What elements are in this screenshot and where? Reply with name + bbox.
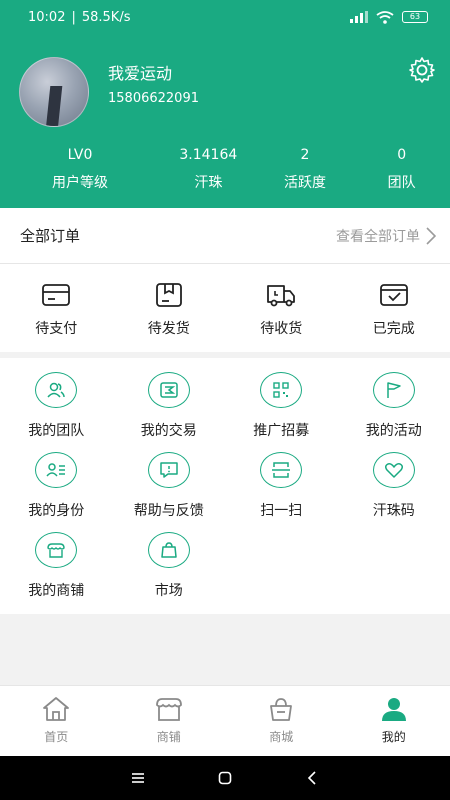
- order-label: 待发货: [147, 321, 190, 337]
- stat-sweat[interactable]: 3.14164 汗珠: [160, 144, 257, 192]
- status-time: 10:02: [28, 9, 66, 25]
- menu-label: 我的身份: [28, 503, 85, 519]
- phone-number: 15806622091: [108, 91, 199, 106]
- menu-label: 我的商铺: [28, 583, 85, 599]
- order-label: 已完成: [372, 321, 415, 337]
- menu-label: 汗珠码: [372, 503, 415, 519]
- chevron-right-icon: [426, 226, 436, 245]
- stat-level[interactable]: LV0 用户等级: [0, 144, 160, 192]
- view-all-orders-link[interactable]: 查看全部订单: [336, 226, 436, 246]
- orders-title: 全部订单: [20, 227, 81, 245]
- order-status-row: 待支付 待发货 待收货 已完成: [0, 264, 450, 352]
- tab-label: 商铺: [156, 730, 181, 744]
- signal-icon: [350, 11, 368, 23]
- basket-icon: [270, 698, 293, 721]
- menu-scan[interactable]: 扫一扫: [225, 452, 338, 532]
- tab-mine[interactable]: 我的: [338, 686, 450, 756]
- menu-label: 我的活动: [365, 423, 422, 439]
- menu-my-activity[interactable]: 我的活动: [338, 372, 450, 452]
- wifi-icon: [376, 10, 394, 24]
- back-icon[interactable]: [304, 770, 320, 786]
- status-bar: 10:02 | 58.5K/s 63: [0, 0, 450, 34]
- scan-icon: [272, 462, 291, 478]
- menu-sweat-code[interactable]: 汗珠码: [338, 452, 450, 532]
- order-pending-receipt[interactable]: 待收货: [225, 264, 338, 352]
- menu-label: 推广招募: [253, 423, 310, 439]
- menu-label: 我的团队: [28, 423, 85, 439]
- menu-my-trade[interactable]: 我的交易: [113, 372, 226, 452]
- bag-icon: [161, 542, 177, 558]
- menu-market[interactable]: 市场: [113, 532, 226, 612]
- home-icon: [43, 697, 70, 721]
- stat-label: 活跃度: [284, 175, 326, 191]
- order-pending-shipment[interactable]: 待发货: [113, 264, 226, 352]
- menu-my-identity[interactable]: 我的身份: [0, 452, 113, 532]
- system-nav-bar: [0, 756, 450, 800]
- trade-icon: [160, 382, 178, 398]
- stats-row: LV0 用户等级 3.14164 汗珠 2 活跃度 0 团队: [0, 144, 450, 192]
- store-icon: [155, 698, 182, 721]
- bottom-tab-bar: 首页 商铺 商城 我的: [0, 685, 450, 756]
- tab-home[interactable]: 首页: [0, 686, 113, 756]
- menu-label: 市场: [154, 583, 183, 599]
- menu-label: 扫一扫: [260, 503, 303, 519]
- stat-activity[interactable]: 2 活跃度: [257, 144, 354, 192]
- stat-label: 汗珠: [194, 175, 223, 191]
- order-label: 待支付: [35, 321, 78, 337]
- stat-value: 3.14164: [179, 147, 238, 163]
- check-box-icon: [379, 284, 408, 306]
- truck-icon: [267, 285, 296, 307]
- card-icon: [42, 284, 71, 306]
- stat-value: LV0: [67, 147, 93, 163]
- home-square-icon[interactable]: [217, 770, 233, 786]
- box-icon: [155, 283, 182, 307]
- order-pending-payment[interactable]: 待支付: [0, 264, 113, 352]
- user-icon: [381, 698, 406, 721]
- tab-shops[interactable]: 商铺: [113, 686, 226, 756]
- stat-label: 用户等级: [52, 175, 108, 191]
- order-completed[interactable]: 已完成: [338, 264, 450, 352]
- orders-card: 全部订单 查看全部订单 待支付 待发货 待收货 已完成: [0, 208, 450, 352]
- menu-label: 我的交易: [140, 423, 197, 439]
- menu-help-feedback[interactable]: 帮助与反馈: [113, 452, 226, 532]
- stat-value: 2: [300, 147, 310, 163]
- tab-label: 商城: [269, 730, 294, 744]
- menu-grid: 我的团队 我的交易 推广招募 我的活动 我的身份 帮助与反馈 扫一扫 汗珠码 我…: [0, 358, 450, 612]
- shop-icon: [47, 543, 65, 558]
- battery-icon: 63: [402, 11, 428, 23]
- menu-icon[interactable]: [130, 770, 146, 786]
- avatar[interactable]: [19, 57, 89, 127]
- tab-label: 首页: [44, 730, 69, 744]
- orders-header[interactable]: 全部订单 查看全部订单: [0, 208, 450, 264]
- order-label: 待收货: [260, 321, 303, 337]
- menu-promotion[interactable]: 推广招募: [225, 372, 338, 452]
- username: 我爱运动: [108, 64, 173, 83]
- team-icon: [47, 382, 65, 398]
- stat-team[interactable]: 0 团队: [353, 144, 450, 192]
- menu-my-team[interactable]: 我的团队: [0, 372, 113, 452]
- tab-mall[interactable]: 商城: [225, 686, 338, 756]
- menu-card: 我的团队 我的交易 推广招募 我的活动 我的身份 帮助与反馈 扫一扫 汗珠码 我…: [0, 358, 450, 614]
- status-speed: 58.5K/s: [81, 9, 131, 25]
- stat-label: 团队: [387, 175, 416, 191]
- view-all-orders-label: 查看全部订单: [336, 228, 420, 245]
- menu-my-shop[interactable]: 我的商铺: [0, 532, 113, 612]
- heart-icon: [384, 463, 403, 478]
- profile-header: 10:02 | 58.5K/s 63 我爱运动 15806622091 LV0 …: [0, 0, 450, 208]
- stat-value: 0: [397, 147, 407, 163]
- flag-icon: [387, 382, 401, 398]
- settings-gear-icon[interactable]: [408, 56, 436, 84]
- feedback-icon: [160, 462, 178, 478]
- tab-label: 我的: [381, 730, 406, 744]
- menu-label: 帮助与反馈: [133, 503, 204, 519]
- qrcode-icon: [273, 382, 289, 398]
- id-icon: [46, 463, 66, 477]
